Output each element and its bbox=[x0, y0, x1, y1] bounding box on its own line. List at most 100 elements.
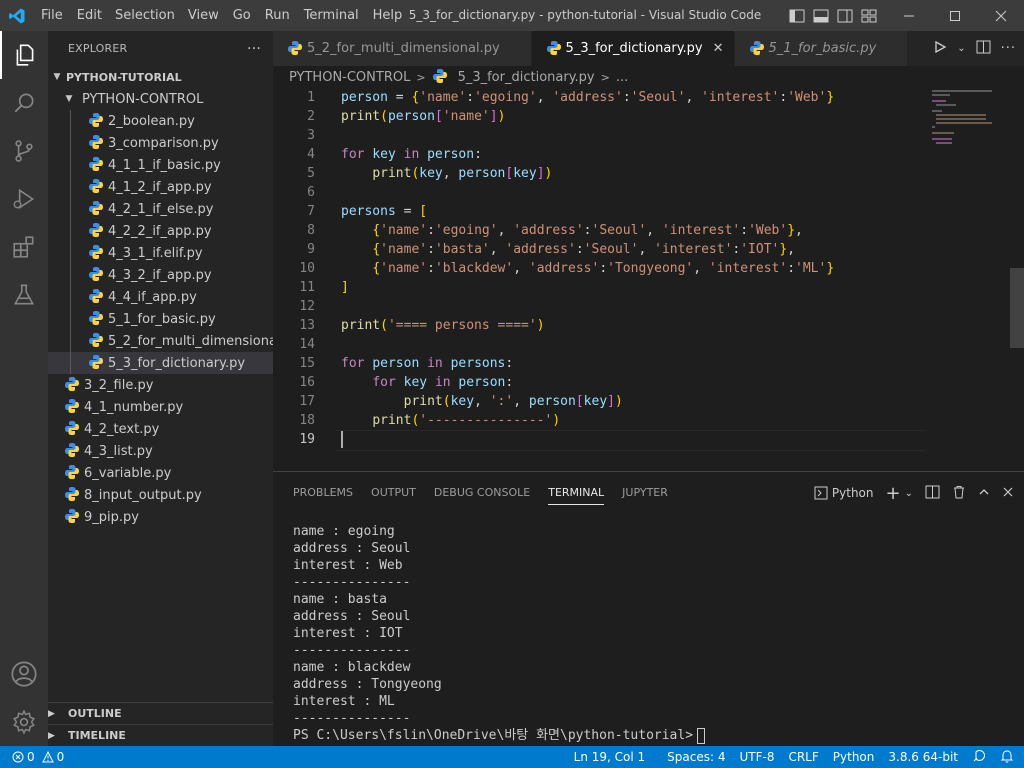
code-line[interactable]: 19 bbox=[273, 430, 1024, 451]
breadcrumb-symbols[interactable]: ... bbox=[616, 70, 628, 85]
code-line[interactable]: 7 persons = [ bbox=[273, 202, 1024, 221]
file-item[interactable]: 5_2_for_multi_dimensional.py bbox=[48, 330, 273, 352]
customize-layout-icon[interactable] bbox=[860, 8, 878, 24]
split-editor-icon[interactable] bbox=[976, 40, 991, 58]
code-line[interactable]: 17 print(key, ':', person[key]) bbox=[273, 392, 1024, 411]
split-terminal-icon[interactable] bbox=[925, 485, 940, 502]
code-line[interactable]: 3 bbox=[273, 126, 1024, 145]
chevron-down-icon[interactable]: ⌄ bbox=[957, 43, 965, 54]
account-icon[interactable] bbox=[0, 650, 48, 698]
close-tab-icon[interactable]: ✕ bbox=[713, 41, 724, 56]
folder-python-control[interactable]: ▼ PYTHON-CONTROL bbox=[48, 88, 273, 110]
editor-tab[interactable]: 5_2_for_multi_dimensional.py✕ bbox=[273, 31, 532, 66]
panel-tab-output[interactable]: OUTPUT bbox=[362, 472, 425, 514]
terminal-prompt-line[interactable]: PS C:\Users\fslin\OneDrive\바탕 화면\python-… bbox=[293, 727, 706, 744]
file-item[interactable]: 4_2_1_if_else.py bbox=[48, 198, 273, 220]
new-terminal-icon[interactable]: + bbox=[886, 483, 901, 504]
extensions-icon[interactable] bbox=[0, 223, 48, 271]
encoding[interactable]: UTF-8 bbox=[732, 750, 781, 764]
file-item[interactable]: 4_3_list.py bbox=[48, 440, 273, 462]
menu-terminal[interactable]: Terminal bbox=[297, 0, 366, 31]
code-line[interactable]: 9 {'name':'basta', 'address':'Seoul', 'i… bbox=[273, 240, 1024, 259]
code-line[interactable]: 4 for key in person: bbox=[273, 145, 1024, 164]
explorer-icon[interactable] bbox=[0, 31, 48, 79]
code-line[interactable]: 8 {'name':'egoing', 'address':'Seoul', '… bbox=[273, 221, 1024, 240]
menu-view[interactable]: View bbox=[181, 0, 226, 31]
panel-tab-terminal[interactable]: TERMINAL bbox=[539, 472, 613, 514]
toggle-primary-sidebar-icon[interactable] bbox=[788, 8, 806, 24]
file-item[interactable]: 4_2_2_if_app.py bbox=[48, 220, 273, 242]
file-item[interactable]: 4_1_number.py bbox=[48, 396, 273, 418]
close-panel-icon[interactable] bbox=[1002, 486, 1014, 501]
panel-tab-debug-console[interactable]: DEBUG CONSOLE bbox=[425, 472, 539, 514]
more-actions-button[interactable]: ··· bbox=[247, 41, 261, 57]
file-item[interactable]: 3_2_file.py bbox=[48, 374, 273, 396]
menu-selection[interactable]: Selection bbox=[109, 0, 181, 31]
run-python-file-icon[interactable] bbox=[933, 40, 947, 58]
maximize-panel-icon[interactable] bbox=[978, 486, 990, 501]
file-item[interactable]: 5_1_for_basic.py bbox=[48, 308, 273, 330]
indentation[interactable]: Spaces: 4 bbox=[660, 750, 732, 764]
file-item[interactable]: 4_1_1_if_basic.py bbox=[48, 154, 273, 176]
editor-tab[interactable]: 5_3_for_dictionary.py ✕ bbox=[531, 31, 735, 66]
code-line[interactable]: 14 bbox=[273, 335, 1024, 354]
end-of-line[interactable]: CRLF bbox=[781, 750, 825, 764]
code-line[interactable]: 13 print('==== persons ====') bbox=[273, 316, 1024, 335]
panel-tab-jupyter[interactable]: JUPYTER bbox=[613, 472, 677, 514]
code-line[interactable]: 16 for key in person: bbox=[273, 373, 1024, 392]
search-icon[interactable] bbox=[0, 79, 48, 127]
notifications-bell-icon[interactable] bbox=[993, 749, 1024, 766]
menu-edit[interactable]: Edit bbox=[70, 0, 109, 31]
file-item[interactable]: 8_input_output.py bbox=[48, 484, 273, 506]
file-item[interactable]: 5_3_for_dictionary.py bbox=[48, 352, 273, 374]
feedback-icon[interactable] bbox=[965, 749, 993, 766]
file-item[interactable]: 4_2_text.py bbox=[48, 418, 273, 440]
toggle-secondary-sidebar-icon[interactable] bbox=[836, 8, 854, 24]
code-line[interactable]: 2 print(person['name']) bbox=[273, 107, 1024, 126]
code-line[interactable]: 10 {'name':'blackdew', 'address':'Tongye… bbox=[273, 259, 1024, 278]
code-line[interactable]: 6 bbox=[273, 183, 1024, 202]
timeline-section[interactable]: ▶ TIMELINE bbox=[48, 724, 273, 746]
minimap[interactable] bbox=[930, 88, 1010, 148]
scrollbar-thumb[interactable] bbox=[1010, 268, 1024, 348]
code-line[interactable]: 12 bbox=[273, 297, 1024, 316]
terminal-output[interactable]: name : egoing address : Seoul interest : W… bbox=[293, 523, 706, 744]
code-editor[interactable]: 1 person = {'name':'egoing', 'address':'S… bbox=[273, 88, 1024, 471]
testing-icon[interactable] bbox=[0, 271, 48, 319]
menu-go[interactable]: Go bbox=[226, 0, 258, 31]
more-actions-icon[interactable]: ··· bbox=[1001, 41, 1016, 56]
file-item[interactable]: 2_boolean.py bbox=[48, 110, 273, 132]
toggle-panel-icon[interactable] bbox=[812, 8, 830, 24]
code-line[interactable]: 11] bbox=[273, 278, 1024, 297]
file-item[interactable]: 3_comparison.py bbox=[48, 132, 273, 154]
minimize-button[interactable] bbox=[886, 0, 932, 31]
workspace-root-folder[interactable]: ▼ PYTHON-TUTORIAL bbox=[48, 66, 273, 88]
chevron-down-icon[interactable]: ⌄ bbox=[905, 488, 913, 499]
editor-tab[interactable]: 5_1_for_basic.py✕ bbox=[734, 31, 909, 66]
breadcrumb-file[interactable]: 5_3_for_dictionary.py bbox=[458, 70, 595, 85]
close-window-button[interactable] bbox=[978, 0, 1024, 31]
terminal-kind-selector[interactable]: Python bbox=[814, 486, 874, 500]
kill-terminal-icon[interactable] bbox=[952, 485, 966, 502]
source-control-icon[interactable] bbox=[0, 127, 48, 175]
file-item[interactable]: 9_pip.py bbox=[48, 506, 273, 528]
breadcrumb-folder[interactable]: PYTHON-CONTROL bbox=[289, 70, 410, 85]
panel-tab-problems[interactable]: PROBLEMS bbox=[284, 472, 362, 514]
run-debug-icon[interactable] bbox=[0, 175, 48, 223]
menu-run[interactable]: Run bbox=[258, 0, 297, 31]
menu-file[interactable]: File bbox=[34, 0, 70, 31]
editor-scrollbar[interactable] bbox=[1010, 88, 1024, 471]
cursor-position[interactable]: Ln 19, Col 1 bbox=[567, 750, 653, 764]
code-line[interactable]: 15 for person in persons: bbox=[273, 354, 1024, 373]
settings-gear-icon[interactable] bbox=[0, 698, 48, 746]
code-line[interactable]: 5 print(key, person[key]) bbox=[273, 164, 1024, 183]
code-line[interactable]: 18 print('---------------') bbox=[273, 411, 1024, 430]
file-item[interactable]: 4_1_2_if_app.py bbox=[48, 176, 273, 198]
file-item[interactable]: 6_variable.py bbox=[48, 462, 273, 484]
file-item[interactable]: 4_3_1_if.elif.py bbox=[48, 242, 273, 264]
outline-section[interactable]: ▶ OUTLINE bbox=[48, 702, 273, 724]
python-interpreter[interactable]: 3.8.6 64-bit bbox=[881, 750, 965, 764]
code-line[interactable]: 1 person = {'name':'egoing', 'address':'S… bbox=[273, 88, 1024, 107]
file-item[interactable]: 4_4_if_app.py bbox=[48, 286, 273, 308]
language-mode[interactable]: Python bbox=[826, 750, 882, 764]
